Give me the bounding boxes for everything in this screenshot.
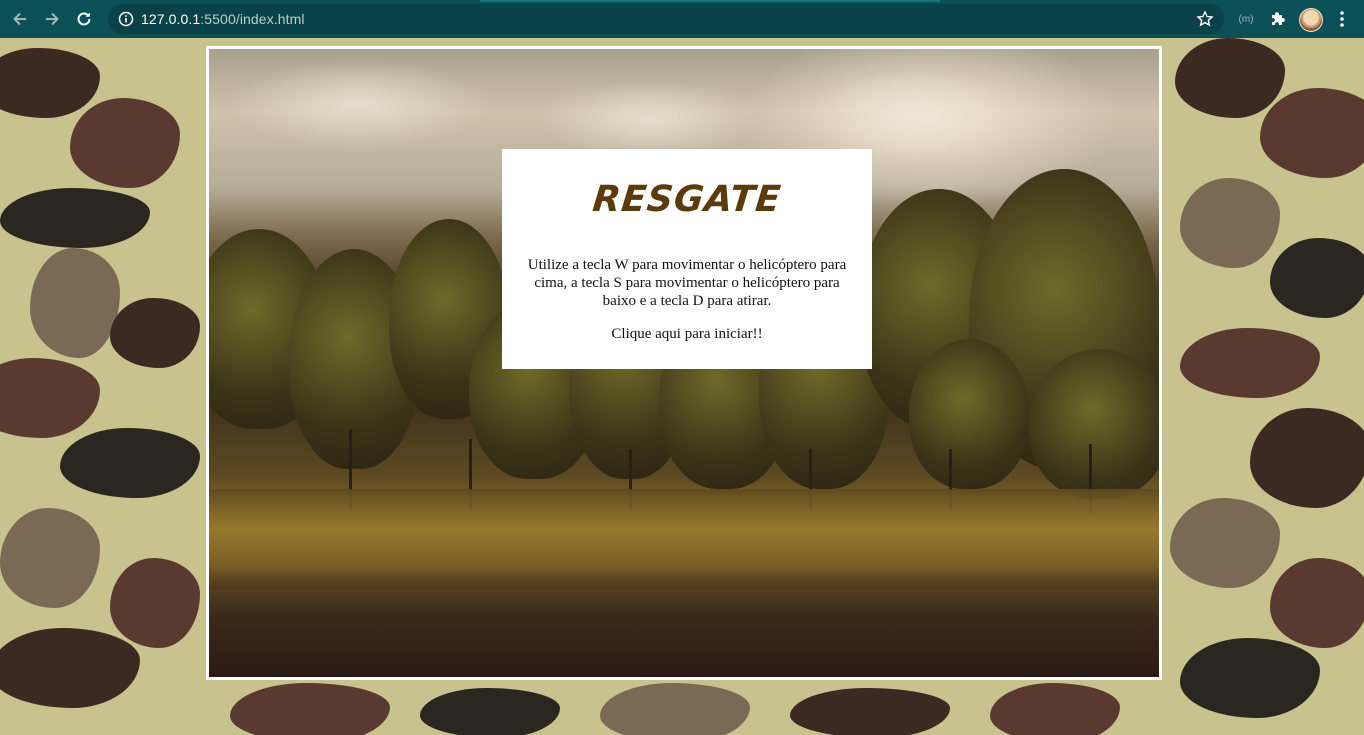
- game-title: RESGATE: [590, 179, 784, 220]
- url-path: :5500/index.html: [200, 11, 305, 27]
- reload-icon: [77, 12, 91, 26]
- extension-badge-text: (m): [1238, 13, 1254, 25]
- forward-button[interactable]: [40, 7, 64, 31]
- url-host: 127.0.0.1: [141, 11, 201, 27]
- active-tab-indicator: [480, 0, 940, 2]
- instructions-text: Utilize a tecla W para movimentar o heli…: [527, 257, 847, 309]
- page-viewport: RESGATE Utilize a tecla W para movimenta…: [0, 38, 1364, 735]
- arrow-left-icon: [13, 12, 26, 26]
- cloud: [539, 79, 759, 159]
- bookmark-star-icon[interactable]: [1196, 10, 1214, 33]
- address-bar[interactable]: 127.0.0.1:5500/index.html: [108, 4, 1224, 34]
- browser-toolbar: 127.0.0.1:5500/index.html (m): [0, 0, 1364, 38]
- extension-badge-icon[interactable]: (m): [1235, 8, 1257, 30]
- start-dialog[interactable]: RESGATE Utilize a tecla W para movimenta…: [502, 149, 872, 369]
- start-link[interactable]: Clique aqui para iniciar!!: [502, 326, 872, 343]
- arrow-right-icon: [46, 12, 59, 26]
- back-button[interactable]: [8, 7, 32, 31]
- menu-kebab-icon[interactable]: [1331, 8, 1353, 30]
- url-text[interactable]: 127.0.0.1:5500/index.html: [141, 11, 305, 27]
- reload-button[interactable]: [72, 7, 96, 31]
- meadow: [209, 489, 1159, 589]
- game-stage[interactable]: RESGATE Utilize a tecla W para movimenta…: [206, 46, 1162, 680]
- site-info-icon[interactable]: [118, 11, 134, 32]
- cloud: [229, 59, 489, 149]
- cloud: [809, 69, 1009, 159]
- extensions-puzzle-icon[interactable]: [1267, 8, 1289, 30]
- profile-avatar[interactable]: [1299, 8, 1323, 32]
